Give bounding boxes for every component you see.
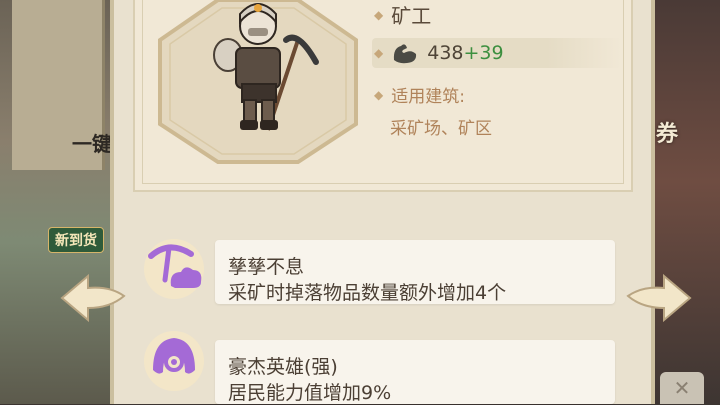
corner-close-icon[interactable]: ✕ (660, 372, 704, 404)
divider-line (135, 190, 625, 191)
background-right-scene (655, 0, 720, 404)
diamond-bullet-icon: ◆ (374, 46, 384, 60)
new-arrivals-tag: 新到货 (48, 227, 104, 253)
background-right-label: 券 (656, 122, 679, 147)
building-label-row: ◆ 适用建筑: (374, 82, 465, 107)
pickaxe-skill-icon (144, 239, 204, 299)
skill-title: 孳孳不息 (228, 256, 305, 278)
skill-title: 豪杰英雄(强) (228, 356, 338, 378)
diamond-bullet-icon: ◆ (374, 87, 384, 102)
decorative-divider (125, 198, 630, 220)
diamond-bullet-icon: ◆ (374, 7, 384, 22)
power-bonus: +39 (463, 42, 504, 64)
power-row: ◆ 438 +39 (374, 40, 504, 66)
power-value: 438 (427, 42, 464, 64)
building-label: 适用建筑: (391, 87, 465, 107)
hero-helmet-skill-icon (144, 331, 204, 391)
miner-character-portrait (213, 3, 319, 131)
flexed-arm-icon (394, 44, 417, 64)
buildings-list: 采矿场、矿区 (390, 119, 492, 139)
previous-arrow-icon[interactable] (58, 270, 128, 326)
skill-card: 孳孳不息 采矿时掉落物品数量额外增加4个 (215, 240, 615, 304)
job-name: 矿工 (391, 4, 432, 28)
job-row: ◆ 矿工 (374, 0, 431, 29)
skill-description: 居民能力值增加9% (228, 382, 392, 404)
buildings-row: 采矿场、矿区 (390, 114, 492, 139)
next-arrow-icon[interactable] (624, 270, 694, 326)
skill-card: 豪杰英雄(强) 居民能力值增加9% (215, 340, 615, 404)
background-left-label: 一键 (72, 132, 112, 156)
skill-description: 采矿时掉落物品数量额外增加4个 (228, 282, 507, 304)
